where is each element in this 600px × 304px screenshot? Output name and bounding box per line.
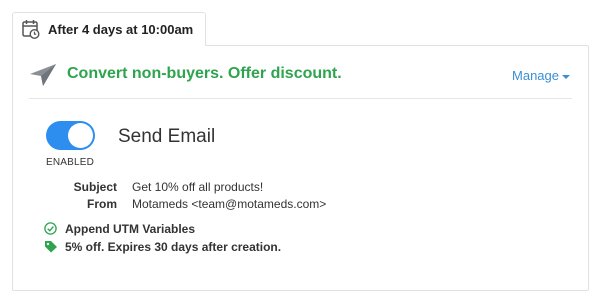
caret-down-icon[interactable] xyxy=(562,74,570,79)
subject-value: Get 10% off all products! xyxy=(132,180,264,194)
paper-plane-icon xyxy=(30,64,56,86)
from-value: Motameds <team@motameds.com> xyxy=(132,197,327,211)
enabled-toggle[interactable] xyxy=(46,121,95,150)
toggle-knob[interactable] xyxy=(68,123,93,148)
subject-key: Subject xyxy=(73,180,117,194)
divider xyxy=(29,98,572,99)
price-tag-icon xyxy=(45,241,57,253)
from-key: From xyxy=(87,197,117,211)
manage-label[interactable]: Manage xyxy=(512,68,559,83)
campaign-title: Convert non-buyers. Offer discount. xyxy=(67,65,342,82)
utm-feature-label: Append UTM Variables xyxy=(65,222,196,236)
action-title: Send Email xyxy=(118,126,216,147)
check-circle-icon xyxy=(44,222,57,235)
schedule-label: After 4 days at 10:00am xyxy=(48,22,194,37)
manage-dropdown[interactable]: Manage xyxy=(512,68,570,83)
toggle-status-label: ENABLED xyxy=(46,157,95,168)
schedule-tab[interactable]: After 4 days at 10:00am xyxy=(12,12,206,46)
calendar-clock-icon xyxy=(22,20,40,39)
campaign-card: Convert non-buyers. Offer discount. Mana… xyxy=(12,45,589,291)
discount-feature-label: 5% off. Expires 30 days after creation. xyxy=(65,240,282,254)
